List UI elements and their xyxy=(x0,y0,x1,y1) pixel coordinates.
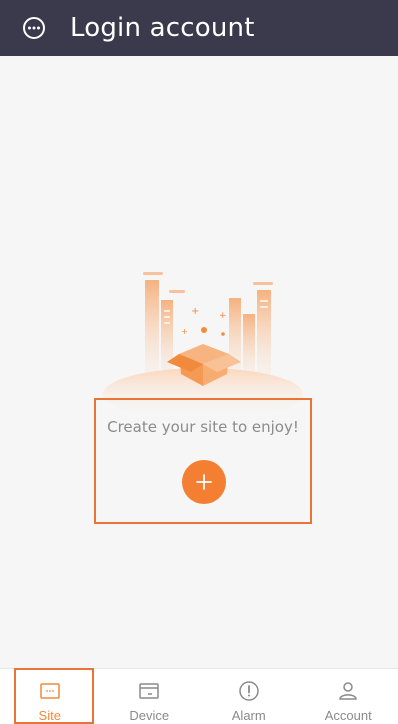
alarm-icon xyxy=(237,679,261,703)
page-title: Login account xyxy=(70,13,255,43)
tab-account-label: Account xyxy=(324,708,372,723)
add-site-button[interactable] xyxy=(182,460,226,504)
svg-text:+: + xyxy=(181,327,188,336)
tab-account[interactable]: Account xyxy=(299,669,398,724)
account-icon xyxy=(336,679,360,703)
create-site-message: Create your site to enjoy! xyxy=(107,418,299,436)
main-content: + + + Create your site to enjoy! xyxy=(0,56,398,668)
tab-device-label: Device xyxy=(129,708,170,723)
tab-site-label: Site xyxy=(38,708,61,723)
bottom-tab-bar: Site Device Alarm Account xyxy=(0,668,398,724)
tab-site[interactable]: Site xyxy=(0,669,100,724)
more-circle-icon[interactable] xyxy=(22,16,46,40)
tab-device[interactable]: Device xyxy=(100,669,200,724)
tab-alarm-label: Alarm xyxy=(231,708,266,723)
svg-text:+: + xyxy=(191,306,199,317)
site-icon xyxy=(38,679,62,703)
tab-alarm[interactable]: Alarm xyxy=(199,669,299,724)
device-icon xyxy=(137,679,161,703)
plus-icon xyxy=(196,474,212,490)
svg-text:+: + xyxy=(219,311,227,321)
app-header: Login account xyxy=(0,0,398,56)
create-site-panel: Create your site to enjoy! xyxy=(94,398,312,524)
